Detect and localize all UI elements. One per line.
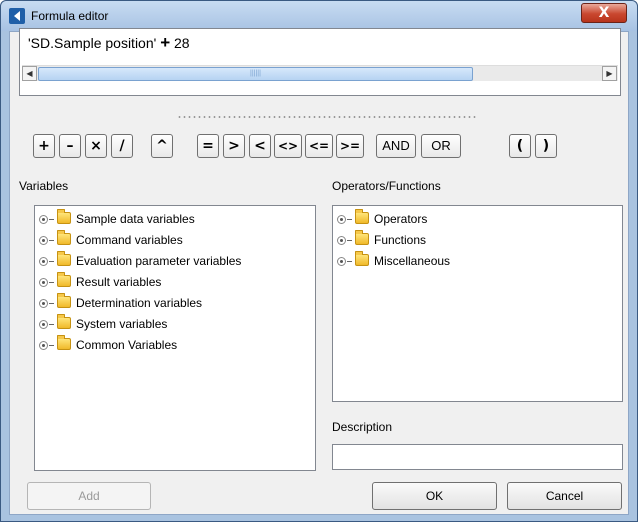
tree-item-label: Command variables bbox=[76, 233, 183, 247]
operators-functions-label: Operators/Functions bbox=[332, 179, 441, 193]
tree-item-operators[interactable]: Operators bbox=[337, 209, 428, 228]
expand-icon[interactable] bbox=[39, 320, 48, 329]
folder-icon bbox=[57, 209, 71, 224]
ok-button[interactable]: OK bbox=[372, 482, 497, 510]
tree-item-label: Sample data variables bbox=[76, 212, 195, 226]
expander-connector bbox=[49, 261, 54, 263]
description-field bbox=[332, 444, 623, 470]
variables-label: Variables bbox=[19, 179, 69, 193]
tree-item-label: Miscellaneous bbox=[374, 254, 451, 268]
multiply-button[interactable]: × bbox=[85, 134, 107, 158]
formula-text: 'SD.Sample position' + 28 bbox=[28, 33, 190, 53]
close-button[interactable]: X bbox=[581, 3, 627, 23]
folder-icon bbox=[355, 251, 369, 266]
tree-item-evaluation-parameter-variables[interactable]: Evaluation parameter variables bbox=[39, 251, 242, 270]
tree-item-label: Evaluation parameter variables bbox=[76, 254, 242, 268]
folder-icon bbox=[57, 230, 71, 245]
expand-icon[interactable] bbox=[39, 257, 48, 266]
expander-connector bbox=[49, 219, 54, 221]
tree-item-label: Functions bbox=[374, 233, 427, 247]
description-label: Description bbox=[332, 420, 393, 434]
formula-input[interactable]: 'SD.Sample position' + 28 ◀ |||||| ▶ bbox=[19, 28, 621, 96]
not-equal-button[interactable]: <> bbox=[274, 134, 302, 158]
scroll-thumb[interactable]: |||||| bbox=[38, 67, 473, 81]
expander-connector bbox=[347, 240, 352, 242]
scroll-left-arrow-icon[interactable]: ◀ bbox=[22, 66, 37, 81]
tree-item-common-variables[interactable]: Common Variables bbox=[39, 335, 178, 354]
cancel-button[interactable]: Cancel bbox=[507, 482, 622, 510]
functions-tree[interactable]: Operators Functions Miscellaneous bbox=[332, 205, 623, 402]
scroll-right-arrow-icon[interactable]: ▶ bbox=[602, 66, 617, 81]
folder-icon bbox=[355, 209, 369, 224]
tree-item-system-variables[interactable]: System variables bbox=[39, 314, 168, 333]
expand-icon[interactable] bbox=[337, 236, 346, 245]
expand-icon[interactable] bbox=[39, 341, 48, 350]
formula-operator-text: + bbox=[160, 33, 171, 52]
greater-than-button[interactable]: > bbox=[223, 134, 245, 158]
tree-item-label: Common Variables bbox=[76, 338, 178, 352]
tree-item-sample-data-variables[interactable]: Sample data variables bbox=[39, 209, 195, 228]
minus-button[interactable]: – bbox=[59, 134, 81, 158]
add-button[interactable]: Add bbox=[27, 482, 151, 510]
tree-item-result-variables[interactable]: Result variables bbox=[39, 272, 162, 291]
tree-item-label: Determination variables bbox=[76, 296, 203, 310]
less-than-button[interactable]: < bbox=[249, 134, 271, 158]
app-icon bbox=[9, 8, 25, 24]
window-title: Formula editor bbox=[31, 9, 109, 23]
tree-item-label: System variables bbox=[76, 317, 168, 331]
tree-item-command-variables[interactable]: Command variables bbox=[39, 230, 183, 249]
title-bar[interactable]: Formula editor X bbox=[1, 1, 637, 31]
expand-icon[interactable] bbox=[39, 278, 48, 287]
variables-tree[interactable]: Sample data variables Command variables … bbox=[34, 205, 316, 471]
open-parenthesis-button[interactable]: ( bbox=[509, 134, 531, 158]
expand-icon[interactable] bbox=[39, 299, 48, 308]
expander-connector bbox=[49, 303, 54, 305]
divide-button[interactable]: / bbox=[111, 134, 133, 158]
tree-item-label: Operators bbox=[374, 212, 428, 226]
folder-icon bbox=[57, 272, 71, 287]
folder-icon bbox=[57, 293, 71, 308]
splitter-grip[interactable] bbox=[177, 116, 477, 118]
formula-number-text: 28 bbox=[170, 35, 190, 51]
expander-connector bbox=[49, 345, 54, 347]
folder-icon bbox=[57, 251, 71, 266]
expander-connector bbox=[49, 282, 54, 284]
folder-icon bbox=[57, 335, 71, 350]
tree-item-determination-variables[interactable]: Determination variables bbox=[39, 293, 203, 312]
or-button[interactable]: OR bbox=[421, 134, 461, 158]
tree-item-miscellaneous[interactable]: Miscellaneous bbox=[337, 251, 451, 270]
plus-button[interactable]: + bbox=[33, 134, 55, 158]
expand-icon[interactable] bbox=[39, 236, 48, 245]
horizontal-scrollbar[interactable]: ◀ |||||| ▶ bbox=[22, 65, 618, 81]
expand-icon[interactable] bbox=[337, 215, 346, 224]
expander-connector bbox=[347, 219, 352, 221]
expander-connector bbox=[49, 240, 54, 242]
less-or-equal-button[interactable]: <= bbox=[305, 134, 333, 158]
expand-icon[interactable] bbox=[337, 257, 346, 266]
folder-icon bbox=[355, 230, 369, 245]
folder-icon bbox=[57, 314, 71, 329]
expander-connector bbox=[49, 324, 54, 326]
formula-variable-text: 'SD.Sample position' bbox=[28, 35, 161, 51]
and-button[interactable]: AND bbox=[376, 134, 416, 158]
tree-item-functions[interactable]: Functions bbox=[337, 230, 427, 249]
power-button[interactable]: ^ bbox=[151, 134, 173, 158]
expand-icon[interactable] bbox=[39, 215, 48, 224]
greater-or-equal-button[interactable]: >= bbox=[336, 134, 364, 158]
tree-item-label: Result variables bbox=[76, 275, 162, 289]
expander-connector bbox=[347, 261, 352, 263]
equals-button[interactable]: = bbox=[197, 134, 219, 158]
formula-editor-window: Formula editor X 'SD.Sample position' + … bbox=[0, 0, 638, 522]
close-parenthesis-button[interactable]: ) bbox=[535, 134, 557, 158]
